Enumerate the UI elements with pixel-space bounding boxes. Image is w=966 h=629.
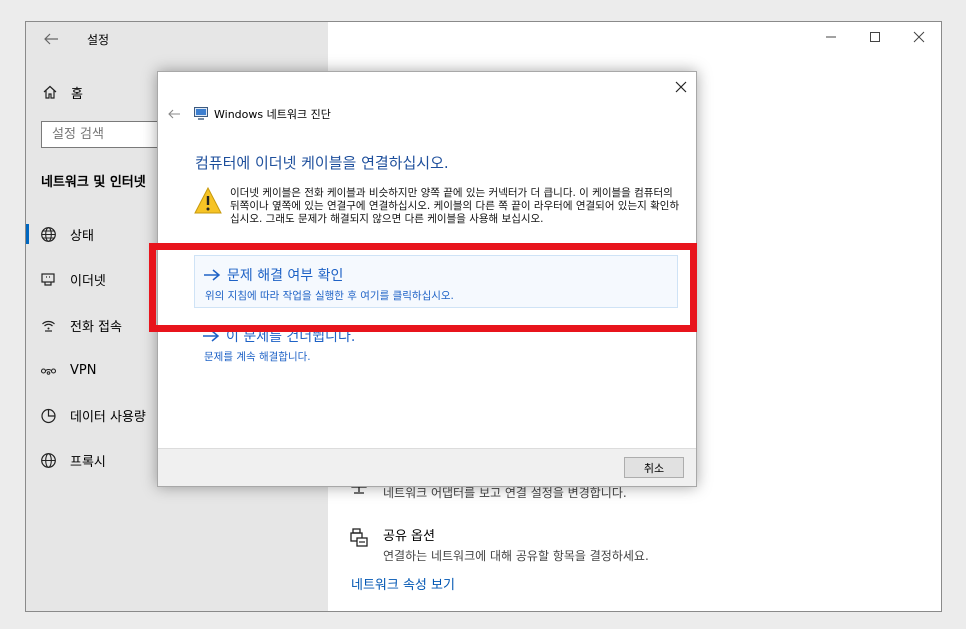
home-label: 홈 bbox=[71, 86, 83, 102]
close-icon bbox=[913, 31, 925, 43]
nav-item-label: 전화 접속 bbox=[70, 319, 122, 335]
dialog-close-icon[interactable] bbox=[672, 78, 690, 96]
sharing-options[interactable]: 공유 옵션 연결하는 네트워크에 대해 공유할 항목을 결정하세요. bbox=[348, 525, 649, 564]
sharing-title: 공유 옵션 bbox=[383, 529, 435, 544]
vpn-icon bbox=[40, 362, 57, 379]
dialog-footer: 취소 bbox=[158, 448, 696, 486]
dialog-back-arrow-icon[interactable] bbox=[167, 108, 181, 120]
sharing-printer-icon bbox=[348, 527, 370, 549]
nav-item-label: 이더넷 bbox=[70, 273, 106, 289]
dialog-heading: 컴퓨터에 이더넷 케이블을 연결하십시오. bbox=[195, 154, 449, 172]
nav-home[interactable]: 홈 bbox=[42, 81, 83, 103]
home-icon bbox=[42, 84, 58, 100]
option-description: 문제를 계속 해결합니다. bbox=[204, 351, 311, 363]
warning-icon bbox=[194, 186, 222, 216]
sharing-description: 연결하는 네트워크에 대해 공유할 항목을 결정하세요. bbox=[383, 549, 649, 563]
proxy-globe-icon bbox=[40, 452, 57, 469]
warning-text: 이더넷 케이블은 전화 케이블과 비슷하지만 양쪽 끝에 있는 커넥터가 더 큽… bbox=[230, 187, 680, 225]
maximize-button[interactable] bbox=[853, 22, 897, 52]
globe-icon bbox=[40, 226, 57, 243]
nav-item-label: 데이터 사용량 bbox=[70, 409, 146, 425]
cancel-button[interactable]: 취소 bbox=[624, 457, 684, 478]
section-title: 네트워크 및 인터넷 bbox=[41, 175, 146, 190]
nav-item-label: VPN bbox=[70, 362, 97, 378]
red-highlight-box bbox=[149, 243, 697, 332]
close-window-button[interactable] bbox=[897, 22, 941, 52]
nav-item-label: 프록시 bbox=[70, 454, 106, 470]
dialog-app-title: Windows 네트워크 진단 bbox=[214, 108, 331, 121]
minimize-button[interactable] bbox=[809, 22, 853, 52]
data-usage-icon bbox=[40, 407, 57, 424]
diagnostics-app-icon bbox=[194, 107, 208, 120]
window-title: 설정 bbox=[87, 33, 110, 47]
dialup-icon bbox=[40, 317, 57, 334]
ethernet-icon bbox=[40, 271, 57, 288]
nav-item-label: 상태 bbox=[70, 228, 94, 244]
maximize-icon bbox=[870, 32, 880, 42]
minimize-icon bbox=[826, 36, 836, 38]
back-arrow-icon[interactable] bbox=[42, 31, 60, 47]
network-properties-link[interactable]: 네트워크 속성 보기 bbox=[351, 574, 455, 593]
